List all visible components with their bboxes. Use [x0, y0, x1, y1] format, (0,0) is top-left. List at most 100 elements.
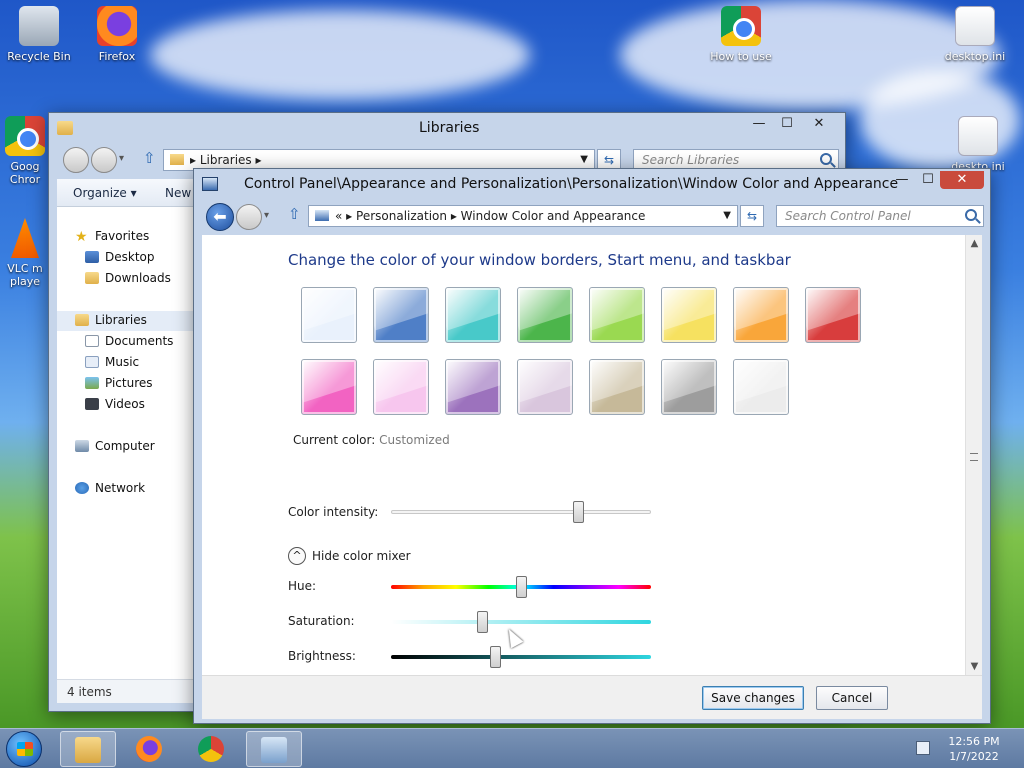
color-swatch[interactable] — [661, 287, 717, 343]
taskbar-firefox-button[interactable] — [122, 731, 178, 767]
folder-icon — [170, 154, 184, 165]
taskbar-control-panel-button[interactable] — [246, 731, 302, 767]
color-swatch[interactable] — [661, 359, 717, 415]
minimize-button[interactable]: — — [888, 171, 916, 189]
system-clock[interactable]: 12:56 PM 1/7/2022 — [944, 734, 1004, 764]
nav-item-pictures[interactable]: Pictures — [85, 376, 153, 390]
nav-item-libraries[interactable]: Libraries — [75, 313, 147, 327]
computer-icon — [75, 440, 89, 452]
control-panel-address-bar[interactable]: « ▸ Personalization ▸ Window Color and A… — [308, 205, 738, 227]
nav-item-favorites[interactable]: ★ Favorites — [75, 229, 149, 245]
clock-date: 1/7/2022 — [949, 750, 999, 763]
page-title: Change the color of your window borders,… — [288, 251, 791, 269]
hide-color-mixer-link[interactable]: Hide color mixer — [312, 549, 411, 563]
downloads-icon — [85, 272, 99, 284]
close-button[interactable]: ✕ — [805, 115, 833, 133]
control-panel-icon — [261, 737, 287, 763]
taskbar-explorer-button[interactable] — [60, 731, 116, 767]
color-swatch[interactable] — [517, 287, 573, 343]
breadcrumb-window-color[interactable]: Window Color and Appearance — [461, 209, 646, 223]
forward-button[interactable] — [236, 204, 262, 230]
desktop-icon-label: VLC m playe — [7, 262, 43, 288]
brightness-label: Brightness: — [288, 649, 356, 663]
desktop-icon-how-to-use[interactable]: How to use — [706, 6, 776, 63]
search-placeholder: Search Libraries — [642, 153, 740, 167]
desktop-icon-desktop-ini[interactable]: desktop.ini — [940, 6, 1010, 63]
scroll-down-icon[interactable]: ▼ — [966, 658, 983, 675]
hue-label: Hue: — [288, 579, 317, 593]
action-center-flag-icon[interactable] — [916, 741, 930, 755]
brightness-slider-thumb[interactable] — [490, 646, 501, 668]
color-swatch[interactable] — [373, 287, 429, 343]
color-swatch[interactable] — [445, 359, 501, 415]
organize-button[interactable]: Organize ▾ — [73, 186, 137, 200]
nav-item-desktop[interactable]: Desktop — [85, 250, 155, 264]
search-control-panel-input[interactable]: Search Control Panel — [776, 205, 984, 227]
breadcrumb-libraries[interactable]: Libraries — [200, 153, 252, 167]
recent-pages-chevron-icon[interactable]: ▾ — [119, 153, 124, 164]
scroll-up-icon[interactable]: ▲ — [966, 235, 983, 252]
refresh-button[interactable]: ⇆ — [740, 205, 764, 227]
color-swatch[interactable] — [733, 359, 789, 415]
breadcrumb-personalization[interactable]: Personalization — [356, 209, 447, 223]
color-swatch[interactable] — [589, 287, 645, 343]
chevron-right-icon: ▸ — [251, 153, 262, 167]
libraries-status-bar: 4 items — [57, 679, 193, 703]
desktop-icon-firefox[interactable]: Firefox — [82, 6, 152, 63]
color-swatch[interactable] — [373, 359, 429, 415]
start-button[interactable] — [6, 731, 42, 767]
saturation-slider-thumb[interactable] — [477, 611, 488, 633]
folder-icon — [75, 737, 101, 763]
nav-item-downloads[interactable]: Downloads — [85, 271, 171, 285]
nav-item-computer[interactable]: Computer — [75, 439, 155, 453]
libraries-titlebar[interactable]: Libraries — ☐ ✕ — [49, 113, 845, 143]
brightness-track[interactable] — [391, 655, 651, 659]
search-icon[interactable] — [965, 209, 977, 221]
up-arrow-icon[interactable]: ⇧ — [288, 205, 301, 223]
color-intensity-track[interactable] — [391, 510, 651, 514]
nav-item-music[interactable]: Music — [85, 355, 139, 369]
chevron-up-icon[interactable]: ^ — [288, 547, 306, 565]
color-swatch[interactable] — [301, 287, 357, 343]
control-panel-titlebar[interactable]: Control Panel\Appearance and Personaliza… — [194, 169, 990, 199]
search-placeholder: Search Control Panel — [785, 209, 911, 223]
new-button[interactable]: New — [165, 186, 191, 200]
back-button[interactable] — [63, 147, 89, 173]
address-dropdown-icon[interactable]: ▼ — [580, 150, 588, 170]
color-swatch[interactable] — [301, 359, 357, 415]
nav-item-documents[interactable]: Documents — [85, 334, 173, 348]
nav-item-network[interactable]: Network — [75, 481, 145, 495]
settings-file-icon — [958, 116, 998, 156]
color-intensity-slider-thumb[interactable] — [573, 501, 585, 523]
breadcrumb-overflow[interactable]: « — [335, 209, 342, 223]
firefox-icon — [136, 736, 162, 762]
pictures-icon — [85, 377, 99, 389]
color-swatch[interactable] — [733, 287, 789, 343]
forward-button[interactable] — [91, 147, 117, 173]
recent-pages-chevron-icon[interactable]: ▾ — [264, 210, 269, 221]
cancel-button[interactable]: Cancel — [816, 686, 888, 710]
desktop-icon-recycle-bin[interactable]: Recycle Bin — [4, 6, 74, 63]
address-dropdown-icon[interactable]: ▼ — [723, 206, 731, 226]
desktop-icon-vlc[interactable]: VLC m playe — [0, 218, 50, 288]
taskbar-chrome-button[interactable] — [184, 731, 240, 767]
save-changes-button[interactable]: Save changes — [702, 686, 804, 710]
color-swatch[interactable] — [517, 359, 573, 415]
maximize-button[interactable]: ☐ — [914, 171, 942, 189]
nav-item-videos[interactable]: Videos — [85, 397, 145, 411]
desktop-icon-chrome[interactable]: Goog Chror — [0, 116, 50, 186]
maximize-button[interactable]: ☐ — [773, 115, 801, 133]
minimize-button[interactable]: — — [745, 115, 773, 133]
desktop-icon-desktop-ini-2[interactable]: deskto ini — [948, 116, 1008, 173]
search-icon[interactable] — [820, 153, 832, 165]
back-button[interactable]: ⬅ — [206, 203, 234, 231]
up-arrow-icon[interactable]: ⇧ — [143, 149, 156, 167]
scrollbar-grip[interactable] — [970, 453, 978, 461]
color-swatch[interactable] — [589, 359, 645, 415]
hue-slider-thumb[interactable] — [516, 576, 527, 598]
color-swatch[interactable] — [805, 287, 861, 343]
saturation-track[interactable] — [391, 620, 651, 624]
vertical-scrollbar[interactable]: ▲ ▼ — [965, 235, 982, 675]
color-swatch[interactable] — [445, 287, 501, 343]
close-button[interactable]: ✕ — [940, 171, 984, 189]
